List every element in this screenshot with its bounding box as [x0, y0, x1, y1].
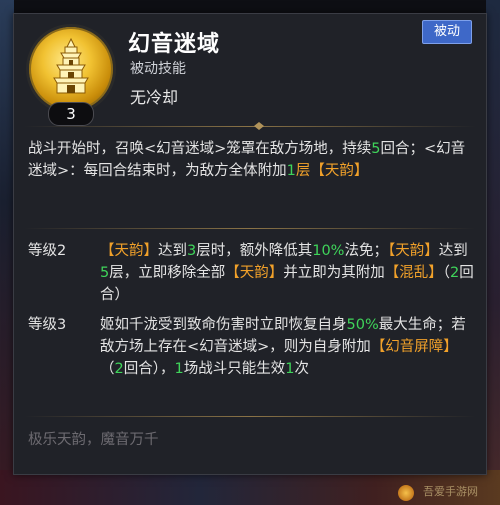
skill-cooldown: 无冷却	[130, 88, 179, 107]
skill-header: 3 幻音迷域 被动技能 无冷却 被动	[14, 14, 486, 126]
text-segment: 层，立即移除全部	[109, 265, 226, 281]
skill-level-badge: 3	[48, 102, 94, 126]
skill-tooltip-panel: 3 幻音迷域 被动技能 无冷却 被动 战斗开始时，召唤<幻音迷域>笼罩在敌方场地…	[13, 13, 487, 475]
value-highlight: 1	[174, 361, 184, 377]
text-segment: 层时，额外降低其	[196, 243, 313, 259]
passive-tag: 被动	[422, 20, 472, 44]
value-highlight: 50%	[346, 317, 379, 333]
level-label: 等级2	[28, 243, 67, 259]
level-row: 等级2 【天韵】达到3层时，额外降低其10%法免；【天韵】达到5层，立即移除全部…	[28, 240, 474, 306]
keyword-highlight: 【天韵】	[387, 243, 439, 259]
value-highlight: 5	[100, 265, 110, 281]
value-highlight: 2	[449, 265, 460, 281]
text-segment: 达到	[158, 243, 187, 259]
keyword-highlight: 层【天韵】	[295, 163, 369, 179]
background-right-edge	[486, 0, 500, 505]
value-highlight: 10%	[312, 243, 345, 259]
flavor-divider	[24, 416, 476, 417]
description-divider	[24, 228, 476, 229]
keyword-highlight: 【混乱】	[384, 265, 443, 281]
skill-description: 战斗开始时，召唤<幻音迷域>笼罩在敌方场地，持续5回合；<幻音迷域>：每回合结束…	[28, 138, 474, 182]
value-highlight: 1	[286, 163, 296, 179]
keyword-highlight: 【幻音屏障】	[370, 339, 458, 355]
text-segment: 次	[294, 361, 309, 377]
value-highlight: 5	[371, 141, 381, 157]
skill-type: 被动技能	[130, 61, 186, 77]
keyword-highlight: 【天韵】	[100, 243, 158, 259]
text-segment: 并立即为其附加	[283, 265, 385, 281]
skill-name: 幻音迷域	[128, 32, 221, 57]
skill-level-list: 等级2 【天韵】达到3层时，额外降低其10%法免；【天韵】达到5层，立即移除全部…	[28, 240, 474, 388]
text-segment: （	[100, 361, 115, 377]
text-segment: 姬如千泷受到致命伤害时立即恢复自身	[100, 317, 347, 333]
flavor-text: 极乐天韵，魔音万千	[28, 432, 159, 448]
text-segment: 达到	[438, 243, 468, 259]
text-segment: （	[442, 265, 450, 281]
keyword-highlight: 【天韵】	[225, 265, 284, 281]
text-segment: 场战斗只能生效	[183, 361, 286, 377]
text-segment: 战斗开始时，召唤<幻音迷域>笼罩在敌方场地，持续	[28, 141, 372, 157]
skill-icon-container: 3	[26, 24, 116, 126]
value-highlight: 3	[187, 243, 197, 259]
watermark-text: 吾爱手游网	[423, 485, 478, 498]
level-label: 等级3	[28, 317, 67, 333]
level-text: 姬如千泷受到致命伤害时立即恢复自身50%最大生命；若敌方场上存在<幻音迷域>，则…	[100, 314, 474, 380]
level-row: 等级3 姬如千泷受到致命伤害时立即恢复自身50%最大生命；若敌方场上存在<幻音迷…	[28, 314, 474, 380]
text-segment: 法免；	[344, 243, 388, 259]
watermark-logo-icon	[398, 485, 414, 501]
text-segment: 回合），	[123, 361, 175, 377]
level-text: 【天韵】达到3层时，额外降低其10%法免；【天韵】达到5层，立即移除全部【天韵】…	[100, 240, 474, 306]
background-left-edge	[0, 0, 14, 505]
golden-tower-icon	[26, 24, 116, 114]
value-highlight: 2	[114, 361, 124, 377]
header-divider	[24, 122, 476, 130]
